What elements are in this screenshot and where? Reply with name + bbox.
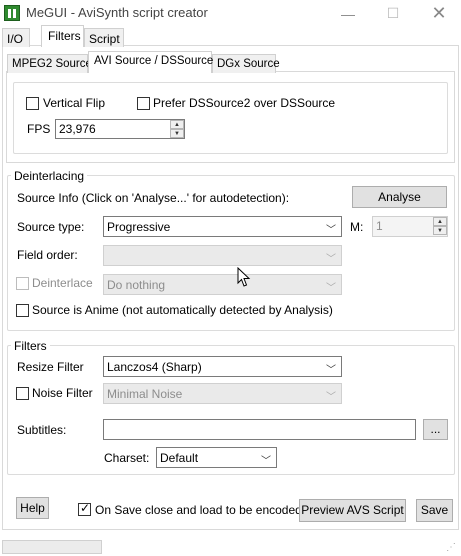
on-save-checkbox[interactable] xyxy=(78,501,91,516)
fps-spin-up-icon[interactable]: ▲ xyxy=(170,120,184,129)
m-spin-up-icon[interactable]: ▲ xyxy=(433,217,447,226)
tab-dgx-source[interactable]: DGx Source xyxy=(212,54,280,73)
tab-mpeg2-source[interactable]: MPEG2 Source xyxy=(7,54,92,73)
filters-group-title: Filters xyxy=(11,339,50,353)
tab-io[interactable]: I/O xyxy=(2,28,30,47)
preview-avs-script-button[interactable]: Preview AVS Script xyxy=(299,499,406,522)
subtitles-label: Subtitles: xyxy=(17,423,67,437)
source-type-dropdown[interactable]: Progressive ﹀ xyxy=(103,216,342,237)
avi-source-group xyxy=(13,82,448,154)
chevron-down-icon: ﹀ xyxy=(326,225,336,236)
browse-subtitles-button[interactable]: ... xyxy=(423,419,448,440)
noise-filter-label: Noise Filter xyxy=(32,386,93,400)
deinterlace-dropdown[interactable]: Do nothing ﹀ xyxy=(103,274,342,295)
noise-filter-value: Minimal Noise xyxy=(107,387,183,401)
deinterlace-checkbox[interactable] xyxy=(16,277,29,290)
vertical-flip-checkbox[interactable] xyxy=(26,97,39,110)
source-type-label: Source type: xyxy=(17,220,85,234)
source-type-value: Progressive xyxy=(107,220,171,234)
tab-filters[interactable]: Filters xyxy=(41,25,84,47)
chevron-down-icon: ﹀ xyxy=(326,283,336,294)
app-icon xyxy=(4,5,20,21)
charset-dropdown[interactable]: Default ﹀ xyxy=(156,447,277,468)
resize-filter-value: Lanczos4 (Sharp) xyxy=(107,360,202,374)
chevron-down-icon: ﹀ xyxy=(326,254,336,265)
m-spin-down-icon[interactable]: ▼ xyxy=(433,226,447,235)
minimize-button[interactable]: — xyxy=(325,0,371,27)
fps-input[interactable]: 23,976 xyxy=(55,119,185,139)
prefer-dssource2-checkbox[interactable] xyxy=(137,97,150,110)
vertical-flip-label: Vertical Flip xyxy=(43,96,106,110)
on-save-label: On Save close and load to be encoded xyxy=(95,503,302,517)
save-button[interactable]: Save xyxy=(416,499,453,522)
field-order-label: Field order: xyxy=(17,248,78,262)
source-is-anime-checkbox[interactable] xyxy=(16,304,29,317)
noise-filter-checkbox[interactable] xyxy=(16,387,29,400)
m-label: M: xyxy=(350,220,364,234)
fps-spin-down-icon[interactable]: ▼ xyxy=(170,129,184,138)
charset-label: Charset: xyxy=(104,451,150,465)
fps-label: FPS xyxy=(27,122,51,136)
charset-value: Default xyxy=(160,451,199,465)
source-is-anime-label: Source is Anime (not automatically detec… xyxy=(32,303,333,317)
source-info-label: Source Info (Click on 'Analyse...' for a… xyxy=(17,191,290,205)
resize-grip-icon[interactable]: ⋰ xyxy=(446,542,458,554)
chevron-down-icon: ﹀ xyxy=(326,365,336,376)
mouse-cursor-icon xyxy=(237,267,251,287)
deinterlace-value: Do nothing xyxy=(107,278,166,292)
status-bar xyxy=(2,540,102,554)
prefer-dssource2-label: Prefer DSSource2 over DSSource xyxy=(153,96,336,110)
resize-filter-dropdown[interactable]: Lanczos4 (Sharp) ﹀ xyxy=(103,356,342,377)
noise-filter-dropdown[interactable]: Minimal Noise ﹀ xyxy=(103,383,342,404)
help-button[interactable]: Help xyxy=(16,497,49,519)
subtitles-input[interactable] xyxy=(103,419,416,440)
analyse-button[interactable]: Analyse xyxy=(352,186,447,208)
deinterlace-label: Deinterlace xyxy=(32,276,93,290)
tab-script[interactable]: Script xyxy=(84,28,124,47)
tab-avi-source[interactable]: AVI Source / DSSource xyxy=(88,51,213,73)
deinterlacing-group-title: Deinterlacing xyxy=(11,169,88,183)
resize-filter-label: Resize Filter xyxy=(17,360,84,374)
field-order-dropdown[interactable]: ﹀ xyxy=(103,245,342,266)
chevron-down-icon: ﹀ xyxy=(261,456,271,467)
close-button[interactable]: ✕ xyxy=(416,0,461,27)
maximize-button[interactable]: ☐ xyxy=(370,0,416,27)
window-title: MeGUI - AviSynth script creator xyxy=(26,5,208,20)
chevron-down-icon: ﹀ xyxy=(326,392,336,403)
